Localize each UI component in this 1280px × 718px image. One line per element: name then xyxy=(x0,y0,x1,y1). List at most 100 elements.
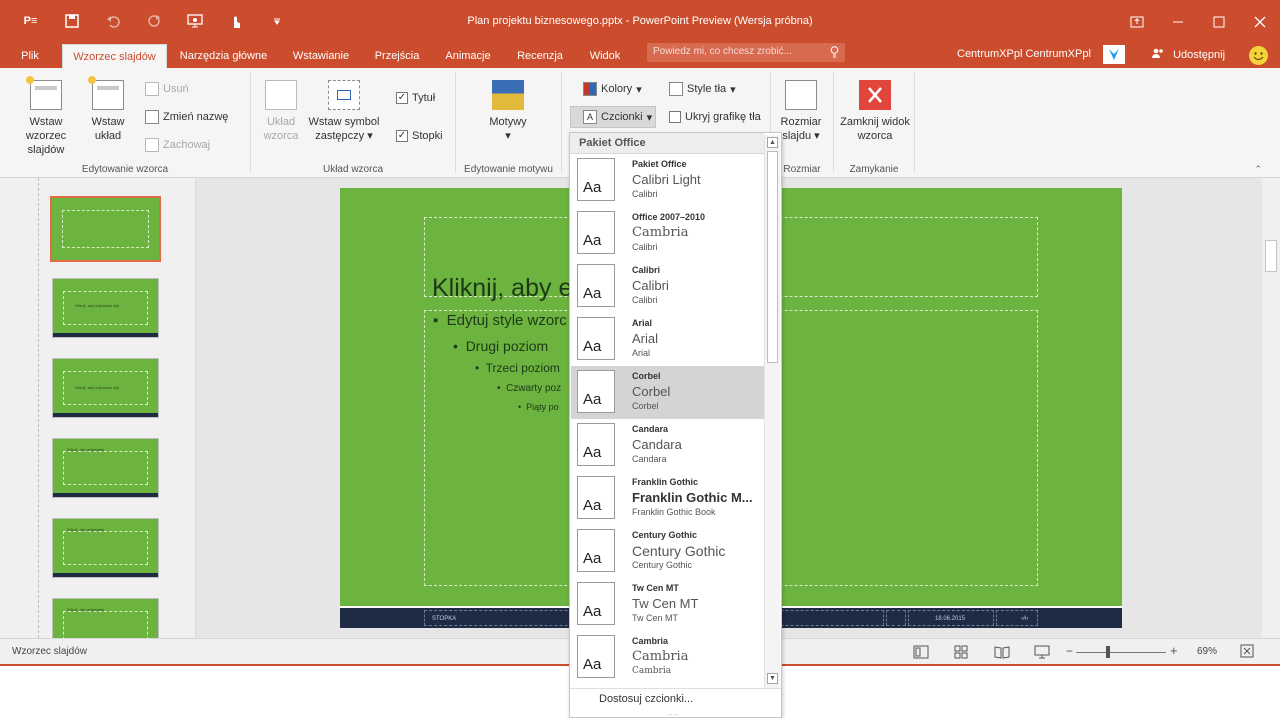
collapse-ribbon-icon[interactable]: ⌃ xyxy=(1254,164,1262,175)
font-item-office[interactable]: Aa Pakiet Office Calibri Light Calibri xyxy=(571,154,764,207)
thumbnail-layout-4[interactable]: Kliknij, aby edytować xyxy=(52,518,159,578)
thumbnail-footer-bar xyxy=(53,333,158,337)
editor-vertical-scrollbar[interactable] xyxy=(1262,178,1280,638)
font-item-heading: Calibri Light xyxy=(632,172,701,187)
page-number-placeholder[interactable] xyxy=(996,610,1038,626)
fonts-button[interactable]: A Czcionki ▾ xyxy=(570,106,656,128)
scroll-up-arrow-icon[interactable]: ▲ xyxy=(767,137,778,148)
editor-scroll-thumb[interactable] xyxy=(1265,240,1277,272)
tab-animations[interactable]: Animacje xyxy=(437,44,499,68)
font-preview-icon: Aa xyxy=(577,158,615,201)
rename-button[interactable]: Zmień nazwę xyxy=(145,110,228,124)
font-item-calibri[interactable]: Aa Calibri Calibri Calibri xyxy=(571,260,764,313)
font-item-heading: Cambria xyxy=(632,225,689,240)
user-name[interactable]: CentrumXPpl CentrumXPpl xyxy=(957,48,1091,60)
normal-view-icon[interactable] xyxy=(913,644,929,660)
font-item-office-2007-2010[interactable]: Aa Office 2007–2010 Cambria Calibri xyxy=(571,207,764,260)
zoom-in-button[interactable]: + xyxy=(1170,643,1178,658)
tab-transitions[interactable]: Przejścia xyxy=(370,44,424,68)
dropdown-caret-icon: ▾ xyxy=(814,130,820,142)
themes-label: Motywy xyxy=(489,116,527,128)
font-item-name: Pakiet Office xyxy=(632,159,687,169)
font-item-century-gothic[interactable]: Aa Century Gothic Century Gothic Century… xyxy=(571,525,764,578)
title-checkbox[interactable]: ✓ Tytuł xyxy=(396,92,435,104)
hide-background-checkbox[interactable]: Ukryj grafikę tła xyxy=(669,111,761,123)
user-avatar[interactable] xyxy=(1103,45,1125,64)
font-item-body: Calibri xyxy=(632,242,658,252)
scroll-down-arrow-icon[interactable]: ▼ xyxy=(767,673,778,684)
master-layout-icon xyxy=(265,80,297,110)
font-item-corbel[interactable]: Aa Corbel Corbel Corbel xyxy=(571,366,764,419)
preserve-icon xyxy=(145,138,159,152)
share-button[interactable]: Udostępnij xyxy=(1152,48,1225,61)
dropdown-caret-icon: ▾ xyxy=(646,111,653,124)
fonts-scroll-thumb[interactable] xyxy=(767,151,778,363)
tab-insert[interactable]: Wstawianie xyxy=(284,44,358,68)
footer-divider-placeholder xyxy=(886,610,906,626)
font-item-tw-cen-mt[interactable]: Aa Tw Cen MT Tw Cen MT Tw Cen MT xyxy=(571,578,764,631)
slideshow-icon[interactable] xyxy=(1034,644,1050,660)
insert-layout-button[interactable]: Wstaw układ xyxy=(88,76,128,143)
tab-view[interactable]: Widok xyxy=(583,44,627,68)
reading-view-icon[interactable] xyxy=(994,644,1010,660)
font-item-arial[interactable]: Aa Arial Arial Arial xyxy=(571,313,764,366)
background-styles-icon xyxy=(669,82,683,96)
thumbnail-layout-3[interactable]: Kliknij, aby edytować xyxy=(52,438,159,498)
dropdown-caret-icon: ▾ xyxy=(367,130,373,142)
fonts-list: Aa Pakiet Office Calibri Light Calibri A… xyxy=(571,154,764,686)
slide-size-button[interactable]: Rozmiar slajdu ▾ xyxy=(778,80,824,143)
tell-me-box[interactable]: Powiedz mi, co chcesz zrobić... xyxy=(647,43,845,62)
zoom-out-button[interactable]: − xyxy=(1066,644,1073,658)
minimize-icon[interactable] xyxy=(1157,0,1198,44)
colors-button[interactable]: Kolory ▾ xyxy=(583,82,642,96)
font-item-candara[interactable]: Aa Candara Candara Candara xyxy=(571,419,764,472)
rename-label: Zmień nazwę xyxy=(163,111,229,123)
background-styles-label: Style tła xyxy=(687,83,727,95)
font-item-body: Calibri xyxy=(632,295,658,305)
fit-to-window-icon[interactable] xyxy=(1240,644,1256,660)
close-master-view-icon xyxy=(859,80,891,110)
tab-slide-master[interactable]: Wzorzec slajdów xyxy=(62,44,167,69)
zoom-slider-track[interactable] xyxy=(1076,652,1166,653)
feedback-smiley-icon[interactable] xyxy=(1249,46,1268,65)
thumbnail-layout-2[interactable]: Kliknij, aby edytować styl xyxy=(52,358,159,418)
resize-grip-icon[interactable]: .... xyxy=(668,711,679,717)
themes-button[interactable]: Motywy ▾ xyxy=(484,80,532,143)
preserve-button[interactable]: Zachowaj xyxy=(145,138,210,152)
view-mode-label: Wzorzec slajdów xyxy=(12,646,88,657)
thumbnail-master[interactable] xyxy=(50,196,161,262)
maximize-icon[interactable] xyxy=(1198,0,1239,44)
font-preview-icon: Aa xyxy=(577,211,615,254)
group-close-label: Zamykanie xyxy=(849,164,899,175)
insert-placeholder-button[interactable]: Wstaw symbol zastępczy ▾ xyxy=(306,80,382,143)
close-icon[interactable] xyxy=(1239,0,1280,44)
thumbnail-title: Kliknij, aby edytować styl xyxy=(75,303,120,308)
insert-placeholder-icon xyxy=(328,80,360,110)
fonts-scrollbar[interactable]: ▲ ▼ xyxy=(764,135,780,688)
font-item-body: Cambria xyxy=(632,666,672,676)
thumbnail-layout-1[interactable]: Kliknij, aby edytować styl xyxy=(52,278,159,338)
font-item-heading: Century Gothic xyxy=(632,543,726,559)
delete-button[interactable]: Usuń xyxy=(145,82,189,96)
font-item-heading: Cambria xyxy=(632,649,689,664)
delete-icon xyxy=(145,82,159,96)
master-layout-button[interactable]: Układ wzorca xyxy=(262,80,300,143)
tab-home[interactable]: Narzędzia główne xyxy=(175,44,272,68)
footers-checkbox[interactable]: ✓ Stopki xyxy=(396,130,443,142)
background-styles-button[interactable]: Style tła ▾ xyxy=(669,82,736,96)
ribbon-display-options-icon[interactable] xyxy=(1116,0,1157,44)
close-master-view-button[interactable]: Zamknij widok wzorca xyxy=(840,80,910,143)
insert-slide-master-button[interactable]: Wstaw wzorzec slajdów xyxy=(8,76,84,157)
tab-review[interactable]: Recenzja xyxy=(512,44,568,68)
content-level-3-text: Trzeci poziom xyxy=(485,361,560,375)
customize-fonts-button[interactable]: Dostosuj czcionki... xyxy=(599,693,693,705)
font-preview-icon: Aa xyxy=(577,264,615,307)
font-item-cambria[interactable]: Aa Cambria Cambria Cambria xyxy=(571,631,764,684)
zoom-level[interactable]: 69% xyxy=(1197,646,1217,657)
font-preview-icon: Aa xyxy=(577,370,615,413)
zoom-slider-handle[interactable] xyxy=(1106,646,1110,658)
font-item-franklin-gothic[interactable]: Aa Franklin Gothic Franklin Gothic M... … xyxy=(571,472,764,525)
tab-file[interactable]: Plik xyxy=(8,44,52,68)
slide-sorter-icon[interactable] xyxy=(953,644,969,660)
insert-layout-label: Wstaw układ xyxy=(91,116,125,142)
